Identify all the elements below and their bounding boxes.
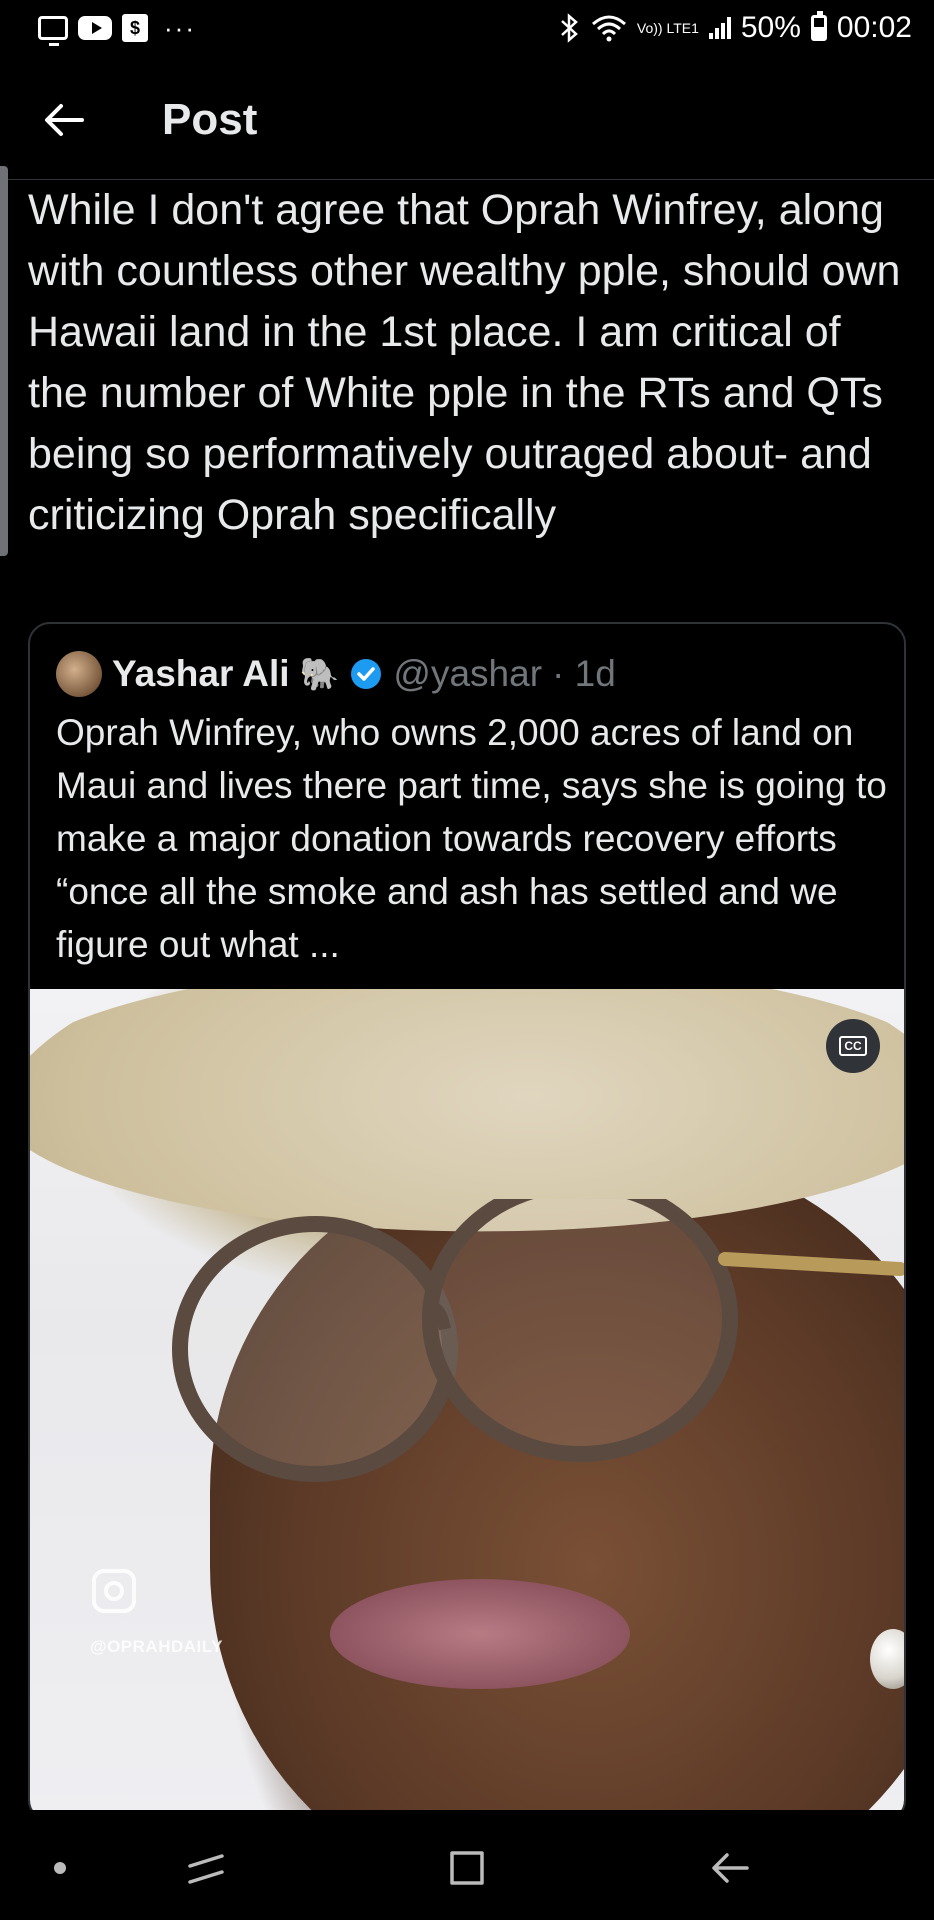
signal-strength-icon <box>708 17 731 39</box>
bluetooth-icon <box>561 13 578 43</box>
quoted-post-text: Oprah Winfrey, who owns 2,000 acres of l… <box>56 712 887 965</box>
wifi-icon <box>591 15 626 42</box>
back-button[interactable] <box>32 88 96 152</box>
closed-captions-button[interactable]: CC <box>826 1019 880 1073</box>
arrow-left-icon <box>45 103 84 136</box>
arrow-left-icon <box>712 1853 749 1883</box>
shopping-bag-icon: $ <box>122 14 148 42</box>
recent-apps-button[interactable] <box>176 1838 236 1898</box>
post-text: While I don't agree that Oprah Winfrey, … <box>28 186 901 539</box>
verified-badge-icon <box>351 659 382 689</box>
app-bar: Post <box>0 60 934 180</box>
cc-label: CC <box>839 1036 867 1056</box>
post-timestamp: · 1d <box>552 653 616 694</box>
status-notification-icons: $ ··· <box>38 12 196 46</box>
quoted-post-card[interactable]: Yashar Ali 🐘 @yashar · 1d Oprah Winfrey,… <box>28 622 906 1822</box>
system-back-button[interactable] <box>700 1838 760 1898</box>
video-player[interactable]: CC @OPRAHDAILY <box>30 989 904 1820</box>
home-icon <box>450 1851 484 1885</box>
dot-icon <box>54 1862 66 1874</box>
monitor-icon <box>38 16 68 46</box>
youtube-icon <box>78 16 112 40</box>
video-glasses <box>172 1199 904 1482</box>
system-navigation-bar <box>0 1810 934 1920</box>
clock: 00:02 <box>836 11 912 44</box>
scroll-indicator[interactable] <box>0 166 8 556</box>
author-name[interactable]: Yashar Ali <box>112 653 290 695</box>
recent-apps-icon <box>188 1854 224 1884</box>
status-system-icons: Vo)) LTE1 50% 00:02 <box>559 11 912 45</box>
author-handle[interactable]: @yashar <box>393 653 542 695</box>
instagram-icon <box>92 1569 136 1613</box>
nav-dot-button[interactable] <box>30 1838 90 1898</box>
quoted-post-header: Yashar Ali 🐘 @yashar · 1d <box>56 648 616 700</box>
battery-icon <box>810 11 827 41</box>
avatar[interactable] <box>56 651 102 697</box>
page-title: Post <box>162 94 258 144</box>
video-watermark: @OPRAHDAILY <box>90 1637 223 1656</box>
status-bar: $ ··· Vo)) LTE1 50% 00:02 <box>0 0 934 56</box>
video-lips <box>330 1579 630 1689</box>
elephant-emoji: 🐘 <box>299 656 340 692</box>
home-button[interactable] <box>437 1838 497 1898</box>
network-type-label: Vo)) LTE1 <box>636 20 699 36</box>
more-notifications-icon: ··· <box>164 12 196 43</box>
battery-percent: 50% <box>740 11 801 44</box>
